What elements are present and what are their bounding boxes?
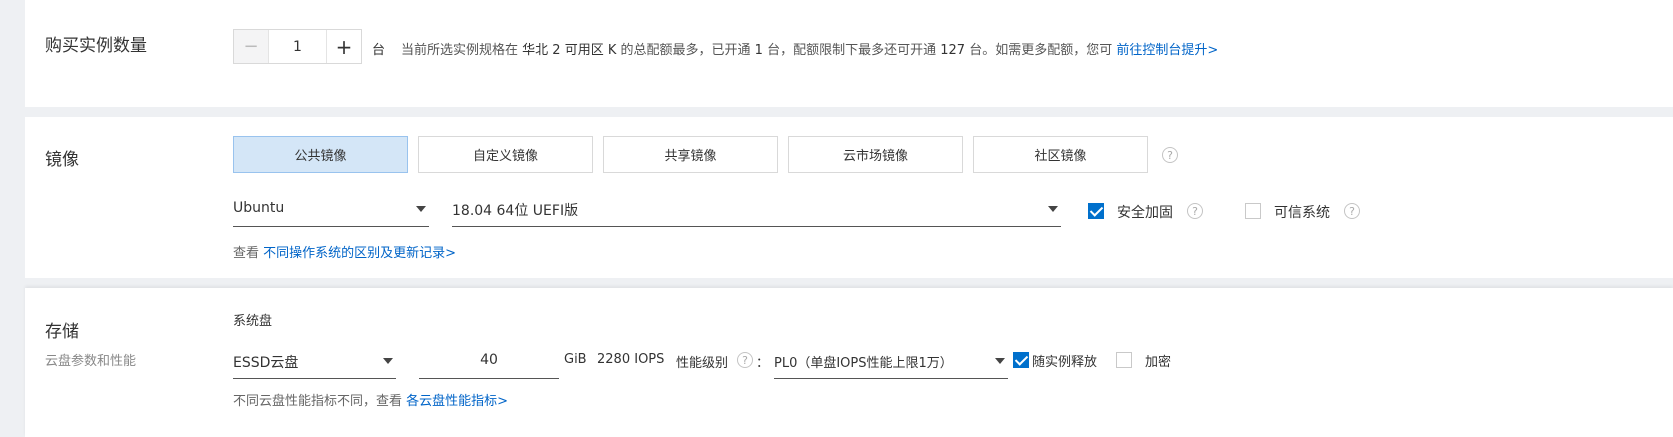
disk-type-value: ESSD云盘 <box>233 355 299 371</box>
quota-hint-suffix: 台。如需更多配额，您可 <box>969 43 1113 58</box>
disk-size-input[interactable] <box>419 349 559 368</box>
storage-section: 存储 云盘参数和性能 系统盘 ESSD云盘 GiB 2280 IOPS 性能级别… <box>25 288 1673 437</box>
quantity-unit: 台 <box>372 43 386 58</box>
tab-public-image[interactable]: 公共镜像 <box>233 136 408 173</box>
tab-shared-image[interactable]: 共享镜像 <box>603 136 778 173</box>
os-select[interactable]: Ubuntu <box>233 197 429 227</box>
image-help-icon[interactable]: ? <box>1162 147 1178 163</box>
quota-hint-mid2: 台，配额限制下最多还可开通 <box>767 43 937 58</box>
chevron-down-icon <box>416 206 426 212</box>
disk-perf-note: 不同云盘性能指标不同，查看 各云盘性能指标> <box>233 390 508 409</box>
iops-value: 2280 <box>597 352 631 367</box>
quota-hint-zone: 华北 2 可用区 K <box>522 43 617 58</box>
quota-hint: 当前所选实例规格在 华北 2 可用区 K 的总配额最多，已开通 1 台，配额限制… <box>401 39 1218 58</box>
trusted-system-label: 可信系统 <box>1274 205 1330 221</box>
trusted-help-icon[interactable]: ? <box>1344 203 1360 219</box>
os-version-select[interactable]: 18.04 64位 UEFI版 <box>452 197 1061 227</box>
os-select-value: Ubuntu <box>233 200 285 216</box>
system-disk-label: 系统盘 <box>233 314 273 329</box>
chevron-down-icon <box>995 358 1005 364</box>
perf-level-value: PL0（单盘IOPS性能上限1万） <box>774 356 953 371</box>
security-hardening-label: 安全加固 <box>1117 205 1173 221</box>
quantity-section: 购买实例数量 − 1 + 台 当前所选实例规格在 华北 2 可用区 K 的总配额… <box>25 0 1673 107</box>
encrypt-label: 加密 <box>1145 355 1172 370</box>
os-diff-note: 查看 不同操作系统的区别及更新记录> <box>233 242 456 261</box>
ecs-purchase-page: 购买实例数量 − 1 + 台 当前所选实例规格在 华北 2 可用区 K 的总配额… <box>0 0 1673 437</box>
quota-hint-remaining: 127 <box>940 43 966 58</box>
disk-perf-link[interactable]: 各云盘性能指标> <box>406 394 508 409</box>
increment-button[interactable]: + <box>326 30 361 63</box>
quota-hint-prefix: 当前所选实例规格在 <box>401 43 519 58</box>
security-help-icon[interactable]: ? <box>1187 203 1203 219</box>
release-with-instance-checkbox[interactable] <box>1013 352 1029 368</box>
image-title: 镜像 <box>45 150 79 170</box>
perf-level-select[interactable]: PL0（单盘IOPS性能上限1万） <box>774 349 1008 379</box>
quantity-input[interactable]: 1 <box>269 30 326 63</box>
tab-custom-image[interactable]: 自定义镜像 <box>418 136 593 173</box>
storage-title: 存储 <box>45 322 79 342</box>
quantity-title: 购买实例数量 <box>45 36 147 56</box>
chevron-down-icon <box>383 358 393 364</box>
release-with-instance-label: 随实例释放 <box>1032 355 1098 370</box>
iops-unit: IOPS <box>634 352 665 367</box>
quantity-stepper: − 1 + <box>233 29 362 64</box>
disk-type-select[interactable]: ESSD云盘 <box>233 349 396 379</box>
os-version-value: 18.04 64位 UEFI版 <box>452 203 579 219</box>
image-section: 镜像 公共镜像 自定义镜像 共享镜像 云市场镜像 社区镜像 ? Ubuntu 1… <box>25 117 1673 278</box>
perf-level-label: 性能级别 <box>676 356 729 371</box>
disk-size-unit: GiB <box>564 352 587 367</box>
perf-level-colon: ： <box>756 356 770 371</box>
iops-display: 2280 IOPS <box>597 352 664 367</box>
perf-help-icon[interactable]: ? <box>737 352 753 368</box>
disk-size-field[interactable] <box>419 349 559 379</box>
os-diff-link[interactable]: 不同操作系统的区别及更新记录> <box>263 246 456 261</box>
os-diff-note-prefix: 查看 <box>233 246 260 261</box>
security-hardening-checkbox[interactable] <box>1088 203 1104 219</box>
quota-hint-mid1: 的总配额最多，已开通 <box>620 43 751 58</box>
chevron-down-icon <box>1048 206 1058 212</box>
trusted-system-checkbox[interactable] <box>1245 203 1261 219</box>
tab-community-image[interactable]: 社区镜像 <box>973 136 1148 173</box>
disk-perf-note-prefix: 不同云盘性能指标不同，查看 <box>233 394 403 409</box>
encrypt-checkbox[interactable] <box>1116 352 1132 368</box>
quota-increase-link[interactable]: 前往控制台提升> <box>1116 43 1218 58</box>
storage-subtitle: 云盘参数和性能 <box>45 354 137 369</box>
tab-marketplace-image[interactable]: 云市场镜像 <box>788 136 963 173</box>
quota-hint-opened: 1 <box>754 43 763 58</box>
decrement-button[interactable]: − <box>234 30 269 63</box>
left-gutter <box>0 0 25 437</box>
